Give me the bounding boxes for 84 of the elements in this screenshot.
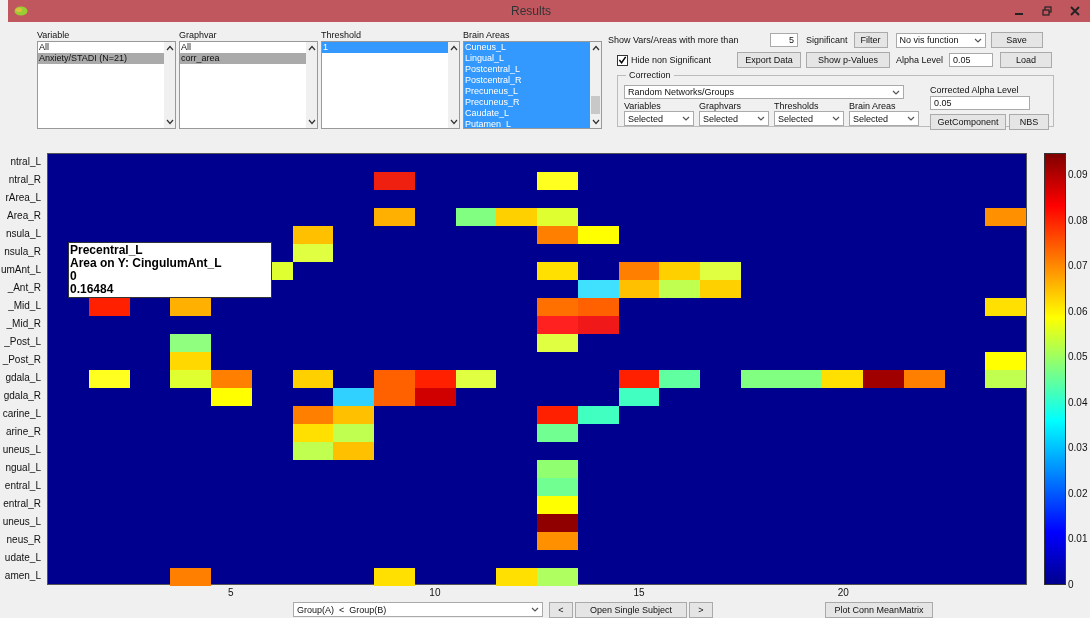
- filter-button[interactable]: Filter: [853, 32, 888, 48]
- list-label: Variable: [37, 30, 71, 41]
- colorbar-tick-label: 0.08: [1068, 214, 1088, 227]
- select-label: Brain Areas: [849, 101, 897, 111]
- corrected-alpha-field[interactable]: 0.05: [930, 96, 1030, 110]
- row-label: ntral_L: [9, 155, 41, 169]
- tooltip-line: Area on Y: CingulumAnt_L: [70, 257, 223, 270]
- colorbar-tick-label: 0.01: [1068, 533, 1088, 545]
- row-label: umAnt_L: [0, 263, 41, 277]
- row-label: _Mid_R: [5, 317, 41, 331]
- row-label: entral_L: [3, 479, 41, 493]
- component-button[interactable]: GetComponent: [930, 114, 1006, 130]
- next-button[interactable]: >: [689, 601, 713, 618]
- alpha-label: Alpha Level: [896, 55, 944, 65]
- row-label: nsula_L: [4, 227, 41, 241]
- list-label: Brain Areas: [463, 30, 511, 41]
- colorbar-tick-label: 0.04: [1068, 396, 1088, 409]
- colorbar-tick-label: 0.07: [1068, 260, 1088, 272]
- list-item[interactable]: Anxiety/STADI (N=21): [38, 53, 164, 64]
- colorbar-tick-label: 0.05: [1068, 351, 1088, 363]
- row-label: neus_R: [5, 533, 41, 547]
- comparison-select[interactable]: Group(A) < Group(B): [293, 602, 543, 617]
- p-values-button[interactable]: Show p-Values: [806, 52, 890, 68]
- list-box[interactable]: All corr_area: [179, 41, 318, 129]
- correction-title: Correction: [626, 70, 674, 81]
- row-label: gdala_R: [2, 389, 41, 403]
- nbs-button[interactable]: NBS: [1009, 114, 1049, 130]
- significant-label: Significant: [806, 35, 848, 45]
- row-label: ntral_R: [7, 173, 41, 187]
- tooltip-line: 0.16484: [70, 283, 115, 296]
- scope-select[interactable]: Selected: [699, 111, 769, 126]
- row-label: uneus_L: [1, 515, 41, 529]
- row-label: rArea_L: [4, 191, 41, 205]
- select-label: Thresholds: [774, 101, 820, 111]
- row-label: Area_R: [6, 209, 41, 223]
- row-label: uneus_L: [1, 443, 41, 457]
- colorbar-tick-label: 0.03: [1068, 442, 1088, 454]
- x-tick-label: 5: [226, 586, 235, 600]
- previous-button[interactable]: <: [549, 601, 573, 618]
- correction-select[interactable]: Random Networks/Groups: [624, 85, 904, 99]
- row-label: udate_L: [3, 551, 41, 565]
- corrected-alpha-label: Corrected Alpha Level: [930, 85, 1020, 95]
- tooltip-line: Precentral_L: [70, 244, 144, 257]
- row-label: arine_R: [4, 425, 41, 439]
- row-label: _Mid_L: [7, 299, 41, 313]
- row-label: _Ant_R: [6, 281, 41, 295]
- colorbar-tick-label: 0.06: [1068, 305, 1088, 318]
- colorbar-tick-label: 0: [1068, 578, 1074, 591]
- scope-select[interactable]: Selected: [849, 111, 919, 126]
- row-label: entral_R: [2, 497, 41, 511]
- row-label: _Post_L: [3, 335, 41, 349]
- plot-button[interactable]: Plot Conn MeanMatrix: [825, 601, 933, 618]
- x-tick-label: 20: [836, 586, 850, 600]
- row-label: _Post_R: [1, 353, 41, 367]
- scope-select[interactable]: Selected: [774, 111, 844, 126]
- list-item[interactable]: All: [38, 42, 164, 53]
- checkbox-label: Hide non Significant: [631, 55, 713, 65]
- select-label: Graphvars: [699, 101, 743, 111]
- window-title: Results: [510, 4, 552, 18]
- open-subject-button[interactable]: Open Single Subject: [575, 601, 687, 618]
- row-label: gdala_L: [4, 371, 41, 385]
- colorbar-tick-label: 0.02: [1068, 487, 1088, 500]
- scope-select[interactable]: Selected: [624, 111, 694, 126]
- list-item[interactable]: corr_area: [180, 53, 306, 64]
- row-label: carine_L: [1, 407, 41, 421]
- list-box[interactable]: All Anxiety/STADI (N=21): [37, 41, 176, 129]
- export-button[interactable]: Export Data: [737, 52, 801, 68]
- select-label: Variables: [624, 101, 662, 111]
- x-tick-label: 10: [428, 586, 442, 600]
- list-label: Graphvar: [179, 30, 218, 41]
- colorbar-tick-label: 0.09: [1068, 169, 1088, 181]
- row-label: nsula_R: [3, 245, 41, 259]
- row-label: ngual_L: [4, 461, 41, 475]
- load-button[interactable]: Load: [1000, 52, 1053, 68]
- save-button[interactable]: Save: [990, 32, 1043, 48]
- list-label: Threshold: [321, 30, 363, 41]
- x-tick-label: 15: [632, 586, 646, 600]
- tooltip-line: 0: [70, 270, 78, 283]
- row-label: amen_L: [3, 569, 41, 583]
- list-item[interactable]: All: [180, 42, 306, 53]
- filter-label: Show Vars/Areas with more than: [608, 35, 740, 45]
- vis-function-select[interactable]: No vis function: [895, 32, 986, 48]
- alpha-field[interactable]: 0.05: [949, 53, 994, 67]
- count-field[interactable]: 5: [770, 33, 798, 47]
